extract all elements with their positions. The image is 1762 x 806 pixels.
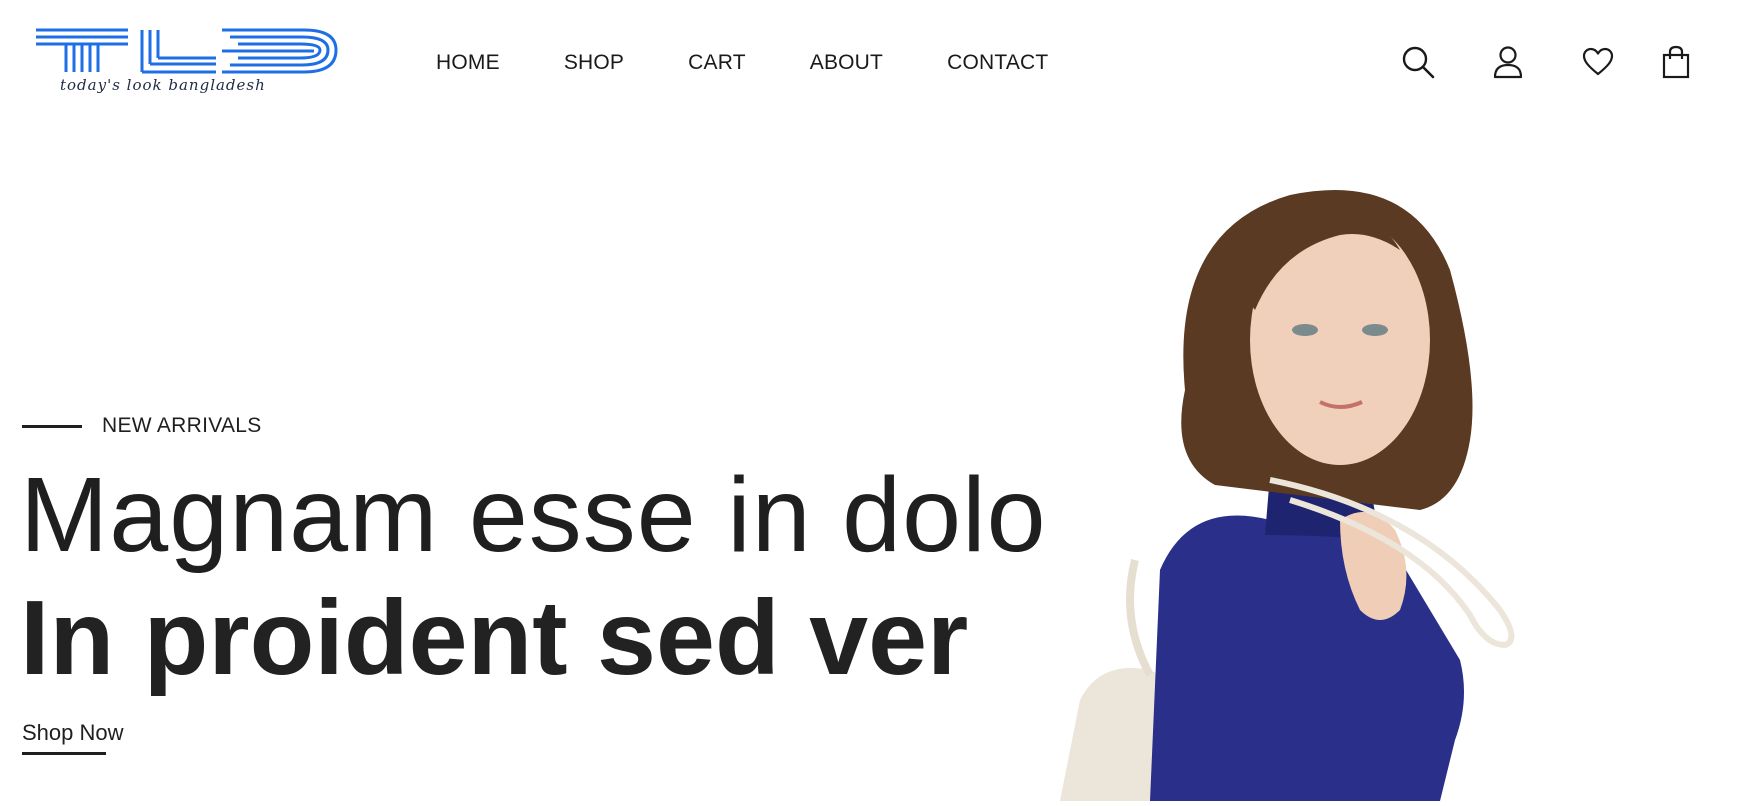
nav-cart[interactable]: CART xyxy=(688,46,746,80)
shop-now-link[interactable]: Shop Now xyxy=(22,720,124,746)
shop-now-underline xyxy=(22,752,106,755)
user-icon xyxy=(1493,46,1523,79)
header-icons xyxy=(1398,42,1696,82)
nav-about[interactable]: ABOUT xyxy=(810,46,883,80)
nav-contact[interactable]: CONTACT xyxy=(947,46,1048,80)
brand-logo[interactable]: today's look bangladesh xyxy=(36,26,342,102)
hero-headline-bold: In proident sed ver xyxy=(20,579,969,697)
nav-shop[interactable]: SHOP xyxy=(564,46,624,80)
shopping-bag-icon xyxy=(1662,45,1690,79)
eyebrow-divider xyxy=(22,424,82,428)
brand-tagline: today's look bangladesh xyxy=(60,76,266,94)
site-header: today's look bangladesh HOME SHOP CART A… xyxy=(0,0,1762,125)
wishlist-button[interactable] xyxy=(1578,42,1618,82)
account-button[interactable] xyxy=(1488,42,1528,82)
model-illustration xyxy=(1060,190,1515,801)
hero-eyebrow: NEW ARRIVALS xyxy=(22,414,262,438)
nav-home[interactable]: HOME xyxy=(436,46,500,80)
hero-model-image xyxy=(1040,140,1690,801)
search-button[interactable] xyxy=(1398,42,1438,82)
heart-icon xyxy=(1582,47,1614,76)
eyebrow-label: NEW ARRIVALS xyxy=(102,414,262,437)
main-nav: HOME SHOP CART ABOUT CONTACT xyxy=(436,46,1112,80)
cart-button[interactable] xyxy=(1656,42,1696,82)
hero-headline-light: Magnam esse in dolo xyxy=(20,456,1047,574)
search-icon xyxy=(1402,46,1435,79)
